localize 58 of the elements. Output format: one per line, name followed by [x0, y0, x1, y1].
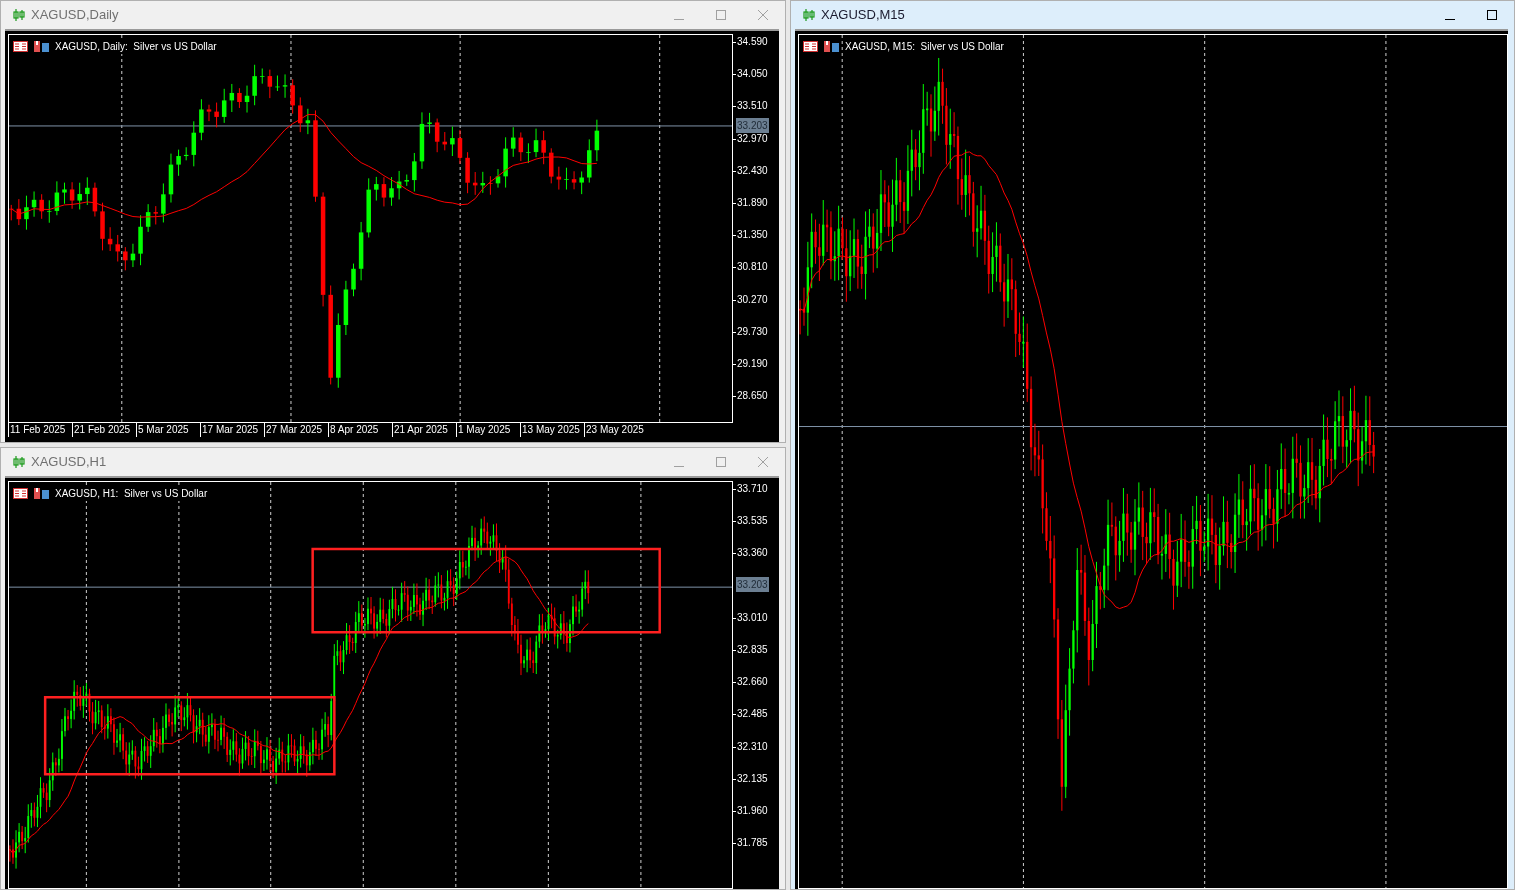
date-label: 27 Mar 2025: [264, 423, 328, 437]
maximize-icon: [1487, 10, 1497, 20]
date-label: 17 Mar 2025: [200, 423, 264, 437]
price-label: 32.660: [737, 676, 768, 689]
close-icon: [758, 10, 768, 20]
chart-icon: [824, 41, 839, 52]
chart-header: XAGUSD, M15: Silver vs US Dollar: [845, 39, 1004, 54]
date-label: 21 Apr 2025: [392, 423, 456, 437]
current-price-label: 33.203: [736, 577, 769, 592]
price-label: 32.485: [737, 708, 768, 721]
maximize-icon: [716, 10, 726, 20]
candlestick-icon: [803, 9, 815, 21]
price-label: 32.970: [737, 132, 768, 145]
window-title: XAGUSD,H1: [31, 453, 107, 472]
date-label: 13 May 2025: [520, 423, 584, 437]
price-label: 33.010: [737, 611, 768, 624]
chart-header: XAGUSD, Daily: Silver vs US Dollar: [55, 39, 217, 54]
price-label: 32.430: [737, 164, 768, 177]
price-label: 34.050: [737, 68, 768, 81]
minimize-icon: [1445, 19, 1455, 20]
window-title: XAGUSD,Daily: [31, 6, 119, 25]
price-label: 33.360: [737, 547, 768, 560]
price-label: 33.535: [737, 515, 768, 528]
price-label: 33.710: [737, 483, 768, 495]
candlestick-icon: [13, 9, 25, 21]
close-icon: [758, 457, 768, 467]
minimize-icon: [674, 466, 684, 467]
maximize-icon: [716, 457, 726, 467]
window-title: XAGUSD,M15: [821, 6, 905, 25]
price-label: 31.960: [737, 804, 768, 817]
price-label: 29.730: [737, 325, 768, 338]
price-label: 31.785: [737, 837, 768, 850]
date-label: 23 May 2025: [584, 423, 648, 437]
date-label: 5 Mar 2025: [136, 423, 200, 437]
price-label: 31.890: [737, 196, 768, 209]
candlestick-icon: [13, 456, 25, 468]
price-label: 32.310: [737, 740, 768, 753]
date-label: 1 May 2025: [456, 423, 520, 437]
list-icon: [13, 41, 28, 52]
price-label: 31.350: [737, 229, 768, 242]
price-label: 32.835: [737, 643, 768, 656]
price-label: 30.270: [737, 293, 768, 306]
current-price-label: 33.203: [736, 118, 769, 133]
chart-icon: [34, 488, 49, 499]
price-label: 34.590: [737, 36, 768, 48]
price-label: 33.510: [737, 100, 768, 113]
list-icon: [803, 41, 818, 52]
price-label: 32.135: [737, 772, 768, 785]
price-label: 29.190: [737, 357, 768, 370]
price-label: 30.810: [737, 261, 768, 274]
minimize-icon: [674, 19, 684, 20]
list-icon: [13, 488, 28, 499]
price-label: 28.650: [737, 390, 768, 403]
date-label: 21 Feb 2025: [72, 423, 136, 437]
chart-icon: [34, 41, 49, 52]
chart-header: XAGUSD, H1: Silver vs US Dollar: [55, 486, 208, 501]
date-label: 8 Apr 2025: [328, 423, 392, 437]
date-label: 11 Feb 2025: [8, 423, 72, 437]
